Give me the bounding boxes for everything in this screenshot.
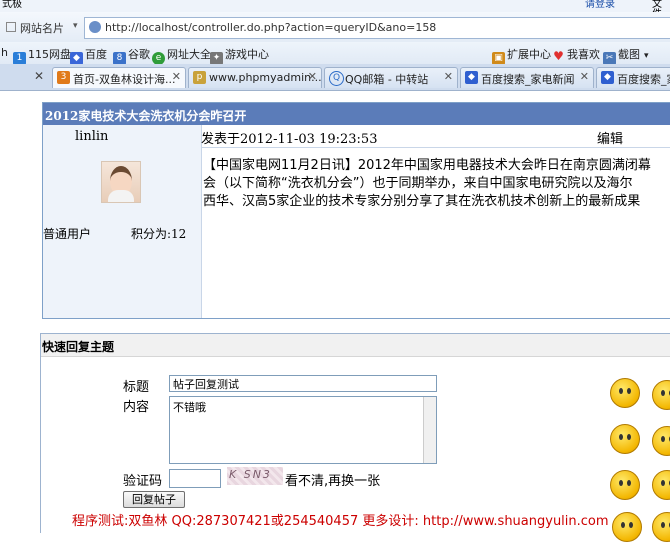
chevron-down-icon[interactable]: ▾ (644, 51, 649, 61)
window-title-fragment: 式极 (2, 0, 22, 10)
tab-baidu-news[interactable]: ◆ 百度搜索_家电新闻 ✕ (460, 67, 594, 88)
content-textarea[interactable]: 不错哦 (169, 396, 437, 464)
login-link[interactable]: 请登录 (585, 0, 615, 10)
post-panel: 2012家电技术大会洗衣机分会昨召开 linlin 普通用户 积分为:12 发表… (42, 102, 670, 319)
captcha-label: 验证码 (123, 474, 163, 489)
close-icon[interactable]: ✕ (580, 70, 589, 83)
footer-credit: 程序测试:双鱼林 QQ:287307421或254540457 更多设计: ht… (72, 514, 609, 529)
captcha-refresh-link[interactable]: 看不清,再换一张 (285, 470, 380, 489)
bookmark-baidu[interactable]: ◆ 百度 (70, 46, 107, 65)
address-bar-row: 网站名片 ▾ http://localhost/controller.do.ph… (0, 12, 670, 43)
baidu-icon: ◆ (601, 71, 614, 84)
extensions-center[interactable]: ▣ 扩展中心 (492, 46, 551, 65)
author-column: linlin 普通用户 积分为:12 (43, 125, 202, 318)
post-body-line: 西华、汉高5家企业的技术专家分别分享了其在洗衣机技术创新上的最新成果 (203, 194, 641, 209)
close-icon[interactable]: ✕ (444, 70, 453, 83)
favorites-button[interactable]: ♥ 我喜欢 (552, 46, 600, 63)
post-body: 【中国家电网11月2日讯】2012年中国家用电器技术大会昨日在南京圆满闭幕 会（… (203, 157, 670, 211)
bookmark-google[interactable]: 8 谷歌 (113, 46, 150, 65)
quick-reply-panel: 快速回复主题 标题 帖子回复测试 内容 不错哦 验证码 K SN3 看不清,再换… (40, 333, 670, 533)
quick-reply-header: 快速回复主题 (41, 334, 670, 357)
chevron-down-icon[interactable]: ▾ (73, 21, 78, 31)
phpmyadmin-icon: p (193, 71, 206, 84)
tab-strip: ✕ 3 首页-双鱼林设计海... ✕ p www.phpmyadmin.... … (0, 64, 670, 91)
post-body-line: 会（以下简称“洗衣机分会”）也于同期举办，来自中国家电研究院以及海尔 (203, 176, 633, 191)
user-role: 普通用户 (43, 227, 92, 241)
tab-baidu-appliance[interactable]: ◆ 百度搜索_家电 (596, 67, 670, 88)
bookmark-site-directory[interactable]: e 网址大全 (152, 46, 211, 65)
bookmark-115[interactable]: 1 115网盘 (13, 46, 71, 65)
address-url[interactable]: http://localhost/controller.do.php?actio… (105, 21, 436, 34)
title-input[interactable]: 帖子回复测试 (169, 375, 437, 392)
tab-phpmyadmin[interactable]: p www.phpmyadmin.... ✕ (188, 67, 322, 88)
close-icon[interactable]: ✕ (308, 70, 317, 83)
close-icon[interactable]: ✕ (172, 70, 181, 83)
heart-icon: ♥ (553, 49, 564, 63)
post-meta-row: 发表于2012-11-03 19:23:53 编辑 (201, 125, 670, 148)
cry-emoji-icon[interactable] (652, 512, 670, 542)
bookmark-game-center[interactable]: ✦ 游戏中心 (210, 46, 269, 65)
bookmarks-bar: h 1 115网盘 ◆ 百度 8 谷歌 e 网址大全 ✦ 游戏中心 ▣ 扩展中心 ♥ 我喜欢 … (0, 42, 670, 65)
title-label: 标题 (123, 380, 150, 395)
textarea-scrollbar[interactable] (423, 397, 436, 463)
quick-reply-heading: 快速回复主题 (42, 340, 115, 354)
author-name[interactable]: linlin (75, 129, 108, 144)
post-timestamp: 发表于2012-11-03 19:23:53 (201, 132, 378, 147)
window-top-strip: 式极 请登录 文件 (0, 0, 670, 20)
bookmark-h[interactable]: h (1, 46, 8, 59)
captcha-input[interactable] (169, 469, 221, 488)
baidu-icon: ◆ (465, 71, 478, 84)
edit-link[interactable]: 编辑 (597, 128, 623, 147)
cool-emoji-icon[interactable] (612, 512, 642, 542)
page-globe-icon (89, 21, 101, 33)
tab-qqmail[interactable]: Q QQ邮箱 - 中转站 ✕ (324, 67, 458, 88)
captcha-image[interactable]: K SN3 (227, 467, 283, 485)
post-title: 2012家电技术大会洗衣机分会昨召开 (45, 109, 247, 123)
content-label: 内容 (123, 400, 150, 415)
submit-reply-button[interactable]: 回复帖子 (123, 491, 185, 508)
address-input[interactable]: http://localhost/controller.do.php?actio… (84, 17, 670, 39)
site-favicon: 3 (57, 71, 70, 84)
tab-home[interactable]: 3 首页-双鱼林设计海... ✕ (52, 67, 186, 88)
post-title-bar: 2012家电技术大会洗衣机分会昨召开 (43, 103, 670, 125)
smiley-emoji-icon[interactable] (610, 378, 640, 408)
close-icon[interactable]: ✕ (34, 69, 44, 83)
screenshot-button[interactable]: ✂ 截图 ▾ (603, 46, 649, 65)
avatar (101, 161, 141, 203)
qq-icon: Q (329, 71, 344, 86)
site-card-dropdown[interactable]: 网站名片 (20, 20, 64, 36)
user-points: 积分为:12 (131, 227, 187, 241)
angry-emoji-icon[interactable] (610, 424, 640, 454)
post-body-line: 【中国家电网11月2日讯】2012年中国家用电器技术大会昨日在南京圆满闭幕 (203, 158, 651, 173)
grin-emoji-icon[interactable] (610, 470, 640, 500)
sidebar-toggle-icon[interactable] (6, 22, 16, 32)
